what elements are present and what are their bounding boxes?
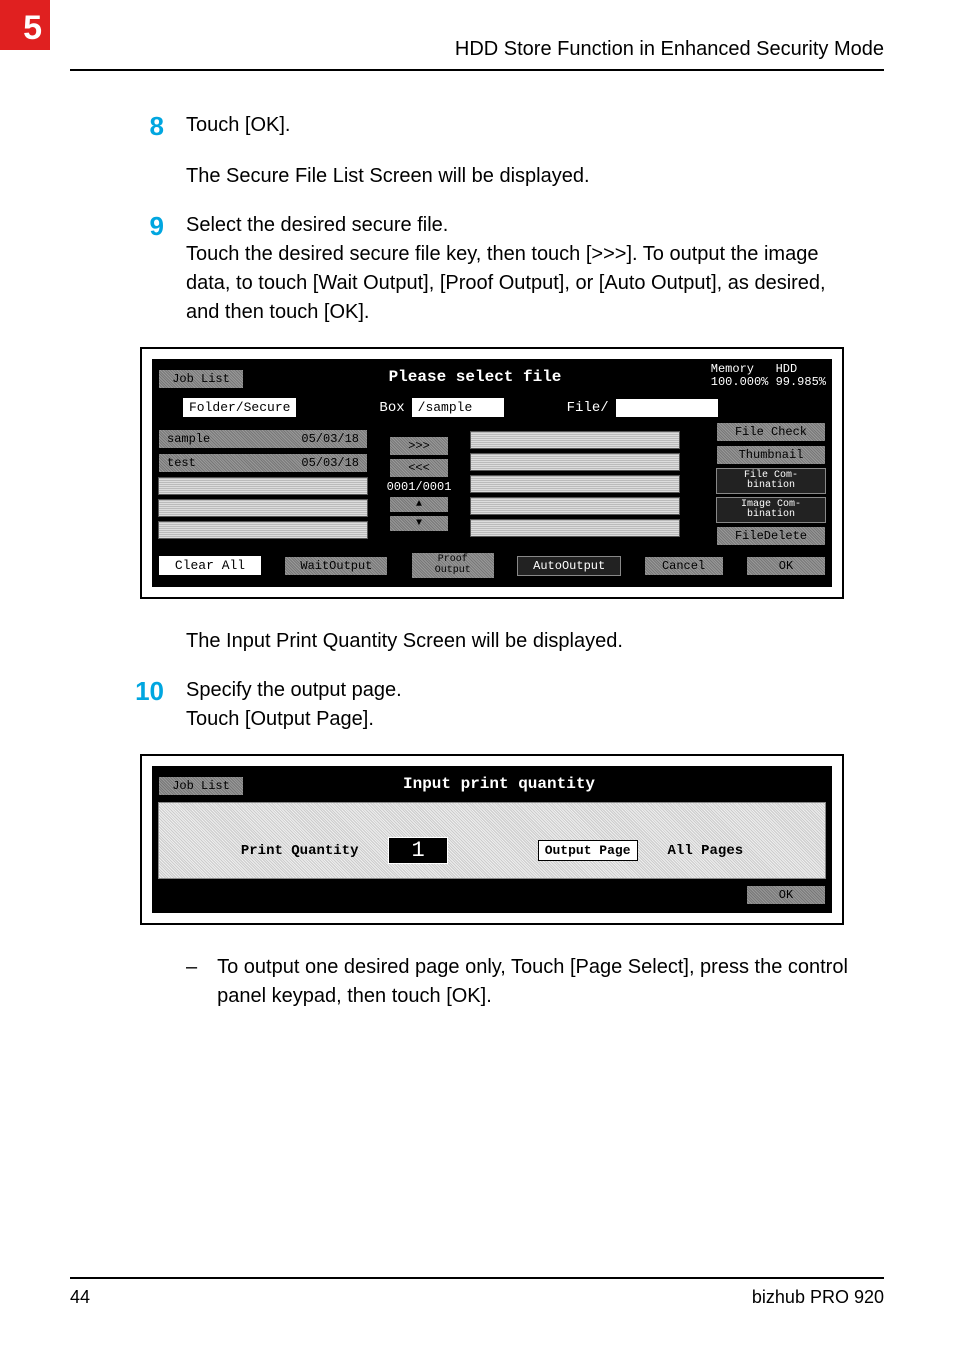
lcd-title: Please select file (250, 368, 700, 386)
output-page-button[interactable]: Output Page (538, 840, 638, 861)
nav-prev-button[interactable]: <<< (389, 458, 449, 478)
file-label: File/ (567, 400, 609, 416)
clear-all-button[interactable]: Clear All (158, 555, 262, 576)
step-number: 9 (130, 211, 164, 242)
folder-secure-label: Folder/Secure (182, 397, 297, 418)
print-quantity-label: Print Quantity (241, 843, 359, 859)
step-text-line2: Touch [Output Page]. (186, 708, 374, 730)
target-slot (470, 453, 680, 471)
file-field (615, 398, 719, 418)
thumbnail-button[interactable]: Thumbnail (716, 445, 826, 465)
box-label: Box (379, 400, 404, 416)
page-number: 44 (70, 1287, 90, 1308)
step-text: Specify the output page. Touch [Output P… (186, 676, 402, 734)
wait-output-button[interactable]: WaitOutput (284, 556, 388, 576)
job-list-tab[interactable]: Job List (158, 776, 244, 796)
step-text: Touch [OK]. (186, 111, 291, 140)
file-row-empty (158, 499, 368, 517)
file-row-empty (158, 521, 368, 539)
all-pages-label: All Pages (668, 843, 744, 859)
scroll-down-button[interactable]: ▼ (389, 515, 449, 532)
screenshot-input-print-quantity: Job List Input print quantity Print Quan… (140, 754, 844, 925)
step-number: 8 (130, 111, 164, 142)
lcd-title: Input print quantity (250, 775, 748, 793)
step-paragraph: The Secure File List Screen will be disp… (186, 162, 864, 191)
step-text-line1: Specify the output page. (186, 679, 402, 701)
ok-button[interactable]: OK (746, 556, 826, 576)
bullet-text: To output one desired page only, Touch [… (217, 953, 864, 1011)
product-name: bizhub PRO 920 (752, 1287, 884, 1308)
proof-output-button[interactable]: Proof Output (411, 552, 495, 579)
chapter-number-badge: 5 (0, 0, 50, 50)
scroll-up-button[interactable]: ▲ (389, 496, 449, 513)
step-text: Select the desired secure file. Touch th… (186, 211, 864, 327)
box-value: /sample (411, 397, 505, 418)
image-combination-button[interactable]: Image Com- bination (716, 497, 826, 523)
target-slot (470, 497, 680, 515)
file-delete-button[interactable]: FileDelete (716, 526, 826, 546)
target-slot (470, 475, 680, 493)
step-number: 10 (130, 676, 164, 707)
step-text-line1: Select the desired secure file. (186, 214, 448, 236)
file-check-button[interactable]: File Check (716, 422, 826, 442)
auto-output-button[interactable]: AutoOutput (517, 556, 621, 576)
file-combination-button[interactable]: File Com- bination (716, 468, 826, 494)
file-row-sample[interactable]: sample05/03/18 (158, 429, 368, 449)
running-head: HDD Store Function in Enhanced Security … (70, 38, 884, 71)
file-row-empty (158, 477, 368, 495)
file-row-test[interactable]: test05/03/18 (158, 453, 368, 473)
step-text-line2: Touch the desired secure file key, then … (186, 243, 826, 323)
page-counter: 0001/0001 (387, 480, 452, 494)
job-list-tab[interactable]: Job List (158, 369, 244, 389)
screenshot-select-file: Memory HDD 100.000% 99.985% Job List Ple… (140, 347, 844, 599)
cancel-button[interactable]: Cancel (644, 556, 724, 576)
bullet-dash: – (186, 953, 197, 1011)
print-quantity-value: 1 (388, 837, 447, 864)
ok-button[interactable]: OK (746, 885, 826, 905)
target-slot (470, 431, 680, 449)
nav-next-button[interactable]: >>> (389, 436, 449, 456)
step-paragraph: The Input Print Quantity Screen will be … (186, 627, 864, 656)
memory-hdd-readout: Memory HDD 100.000% 99.985% (711, 363, 826, 389)
target-slot (470, 519, 680, 537)
